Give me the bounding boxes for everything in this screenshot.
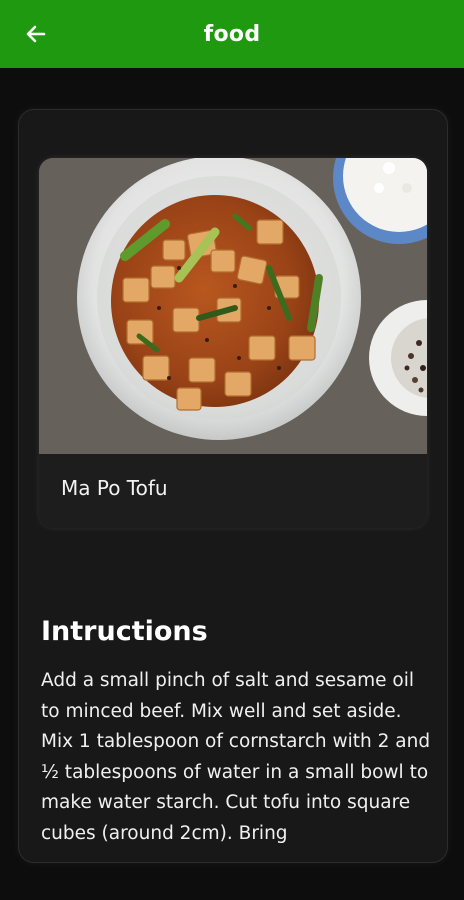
recipe-image — [39, 158, 427, 454]
back-button[interactable] — [14, 14, 58, 54]
recipe-name: Ma Po Tofu — [61, 476, 168, 500]
app-bar: food — [0, 0, 464, 68]
instructions-heading: Intructions — [41, 616, 208, 647]
recipe-panel[interactable]: Ma Po Tofu Intructions Add a small pinch… — [18, 109, 448, 863]
instructions-text: Add a small pinch of salt and sesame oil… — [41, 670, 431, 844]
arrow-left-icon — [26, 25, 46, 43]
recipe-card[interactable]: Ma Po Tofu — [39, 158, 427, 528]
page-title: food — [203, 21, 261, 47]
